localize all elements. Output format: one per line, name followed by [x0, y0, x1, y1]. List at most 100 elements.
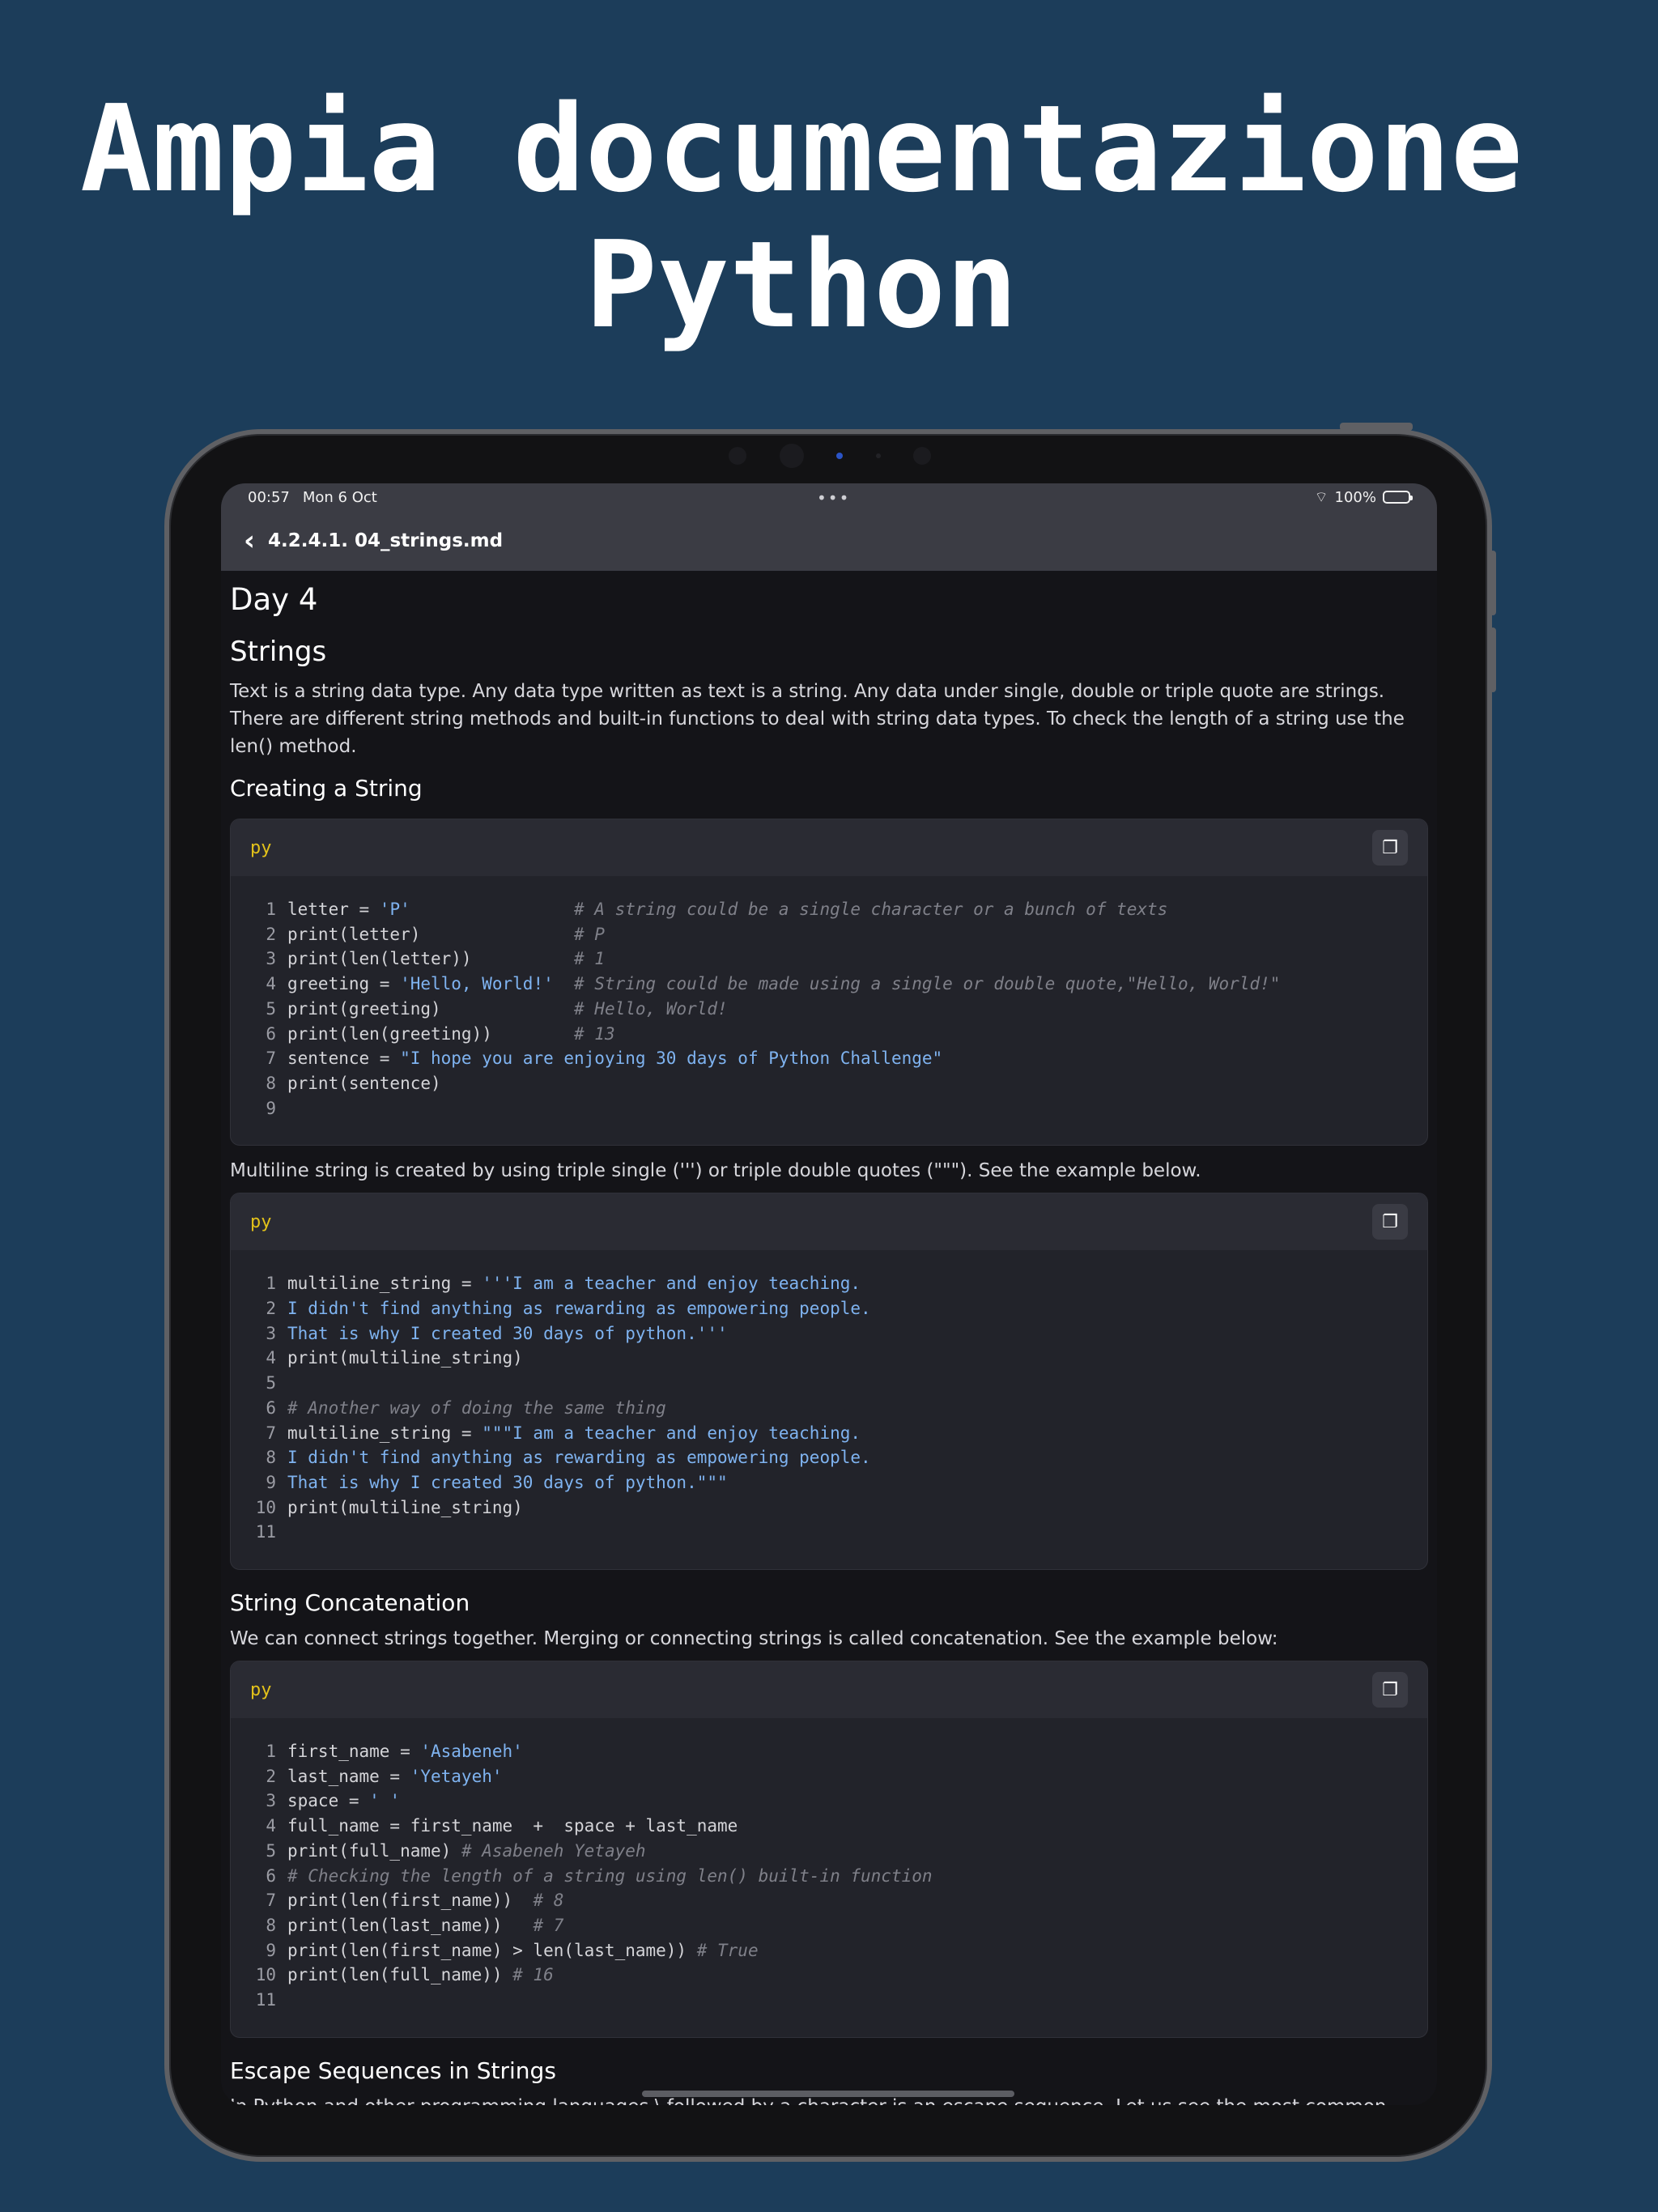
code-token: last_name = — [287, 1766, 410, 1786]
copy-icon[interactable]: ❐ — [1372, 830, 1408, 866]
line-number: 3 — [266, 949, 276, 969]
code-header: py ❐ — [231, 819, 1427, 876]
copy-icon[interactable]: ❐ — [1372, 1204, 1408, 1240]
code-body: 1 2 3 4 5 6 7 8 9 letter = 'P' # A string could … — [231, 876, 1427, 1145]
device-screen: 00:57 Mon 6 Oct ••• ⌔ 100% ‹ 4.2.4.1. 04… — [221, 483, 1437, 2105]
code-comment: # Asabeneh Yetayeh — [461, 1840, 646, 1861]
nav-title: 4.2.4.1. 04_strings.md — [268, 530, 504, 551]
line-number: 1 — [266, 1742, 276, 1762]
code-line: # Another way of doing the same thing — [287, 1396, 871, 1421]
string-literal: 'Asabeneh' — [420, 1742, 523, 1762]
line-number: 9 — [266, 1098, 276, 1118]
string-literal: That is why I created 30 days of python.… — [287, 1472, 728, 1492]
concatenation-intro-text: We can connect strings together. Merging… — [230, 1628, 1278, 1650]
copy-icon[interactable]: ❐ — [1372, 1672, 1408, 1708]
code-line: print(len(full_name)) # 16 — [287, 1963, 933, 1988]
concatenation-heading: String Concatenation — [230, 1589, 470, 1617]
code-block-2: py ❐ 1 2 3 4 5 6 7 8 9 10 11 multiline_string = ''… — [230, 1193, 1428, 1571]
code-comment: # 8 — [533, 1891, 564, 1911]
code-body: 1 2 3 4 5 6 7 8 9 10 11 multiline_string = '''I am… — [231, 1250, 1427, 1569]
code-comment: # Another way of doing the same thing — [287, 1397, 666, 1418]
line-number: 7 — [266, 1423, 276, 1443]
chevron-left-icon[interactable]: ‹ — [244, 527, 255, 555]
code-line: multiline_string = """I am a teacher and… — [287, 1421, 871, 1446]
code-token: print(multiline_string) — [287, 1497, 523, 1517]
line-number: 9 — [266, 1940, 276, 1960]
code-line: last_name = 'Yetayeh' — [287, 1764, 933, 1789]
string-literal: 'Hello, World!' — [400, 974, 554, 994]
code-token: first_name = — [287, 1742, 421, 1762]
home-indicator[interactable] — [642, 2091, 1014, 2097]
code-lines: letter = 'P' # A string could be a singl… — [287, 897, 1280, 1121]
line-number: 2 — [266, 1299, 276, 1319]
code-token: full_name = first_name + space + last_na… — [287, 1816, 738, 1836]
line-number: 8 — [266, 1448, 276, 1468]
line-number: 10 — [255, 1497, 276, 1517]
code-token: print(multiline_string) — [287, 1348, 523, 1368]
code-line: sentence = "I hope you are enjoying 30 d… — [287, 1046, 1280, 1071]
code-comment: # String could be made using a single or… — [553, 974, 1281, 994]
line-number: 6 — [266, 1397, 276, 1418]
code-token: sentence = — [287, 1049, 401, 1069]
code-line: print(len(first_name) > len(last_name)) … — [287, 1938, 933, 1963]
status-bar: 00:57 Mon 6 Oct ••• ⌔ 100% — [221, 483, 1437, 511]
string-literal: 'Yetayeh' — [410, 1766, 503, 1786]
code-block-1: py ❐ 1 2 3 4 5 6 7 8 9 letter = 'P' # A string c… — [230, 819, 1428, 1146]
code-body: 1 2 3 4 5 6 7 8 9 10 11 first_name = 'Asabeneh' las… — [231, 1718, 1427, 2037]
code-token: print(len(first_name)) — [287, 1891, 534, 1911]
multiline-intro-text: Multiline string is created by using tri… — [230, 1160, 1201, 1182]
code-token: space = — [287, 1791, 370, 1811]
wifi-icon: ⌔ — [1314, 488, 1329, 506]
doc-day-heading: Day 4 — [230, 582, 318, 617]
code-token: print(len(first_name) > len(last_name)) — [287, 1940, 697, 1960]
camera-sensor-right — [913, 447, 931, 465]
camera-sensor-small — [875, 453, 881, 458]
code-line: print(letter) # P — [287, 922, 1280, 947]
line-number: 4 — [266, 974, 276, 994]
code-line: # Checking the length of a string using … — [287, 1864, 933, 1889]
code-comment: # Hello, World! — [574, 998, 728, 1019]
escape-sequences-heading: Escape Sequences in Strings — [230, 2057, 556, 2084]
string-literal: "I hope you are enjoying 30 days of Pyth… — [400, 1049, 943, 1069]
line-numbers: 1 2 3 4 5 6 7 8 9 10 11 — [231, 1739, 287, 2013]
code-line: I didn't find anything as rewarding as e… — [287, 1296, 871, 1321]
code-line: space = ' ' — [287, 1789, 933, 1814]
code-line: print(multiline_string) — [287, 1346, 871, 1371]
code-line: first_name = 'Asabeneh' — [287, 1739, 933, 1764]
code-token: print(sentence) — [287, 1073, 441, 1093]
string-literal: """I am a teacher and enjoy teaching. — [482, 1423, 861, 1443]
line-number: 2 — [266, 924, 276, 944]
code-header: py ❐ — [231, 1193, 1427, 1251]
camera-lens — [779, 444, 804, 468]
line-number: 8 — [266, 1915, 276, 1935]
code-token: print(len(full_name)) — [287, 1965, 513, 1985]
code-comment: # 13 — [574, 1023, 615, 1044]
code-language-label: py — [250, 1679, 272, 1700]
navigation-bar: ‹ 4.2.4.1. 04_strings.md — [221, 511, 1437, 571]
code-token: print(len(greeting)) — [287, 1023, 575, 1044]
battery-percent: 100% — [1334, 488, 1376, 506]
code-line: print(full_name) # Asabeneh Yetayeh — [287, 1839, 933, 1864]
line-number: 2 — [266, 1766, 276, 1786]
code-token: print(len(last_name)) — [287, 1915, 534, 1935]
status-time: 00:57 — [248, 488, 290, 506]
line-number: 4 — [266, 1348, 276, 1368]
headline-line-2: Python — [585, 215, 1018, 355]
line-number: 4 — [266, 1816, 276, 1836]
code-line: print(greeting) # Hello, World! — [287, 997, 1280, 1022]
multitasking-dots[interactable]: ••• — [817, 488, 850, 508]
line-numbers: 1 2 3 4 5 6 7 8 9 — [231, 897, 287, 1121]
line-number: 5 — [266, 1840, 276, 1861]
camera-indicator — [836, 453, 843, 459]
headline-line-1: Ampia documentazione — [79, 79, 1524, 219]
line-number: 7 — [266, 1049, 276, 1069]
line-number: 6 — [266, 1865, 276, 1886]
line-numbers: 1 2 3 4 5 6 7 8 9 10 11 — [231, 1271, 287, 1545]
string-literal: ' ' — [369, 1791, 401, 1811]
camera-housing — [729, 444, 931, 468]
code-comment: # True — [696, 1940, 759, 1960]
markdown-content[interactable]: Day 4 Strings Text is a string data type… — [221, 574, 1437, 2105]
